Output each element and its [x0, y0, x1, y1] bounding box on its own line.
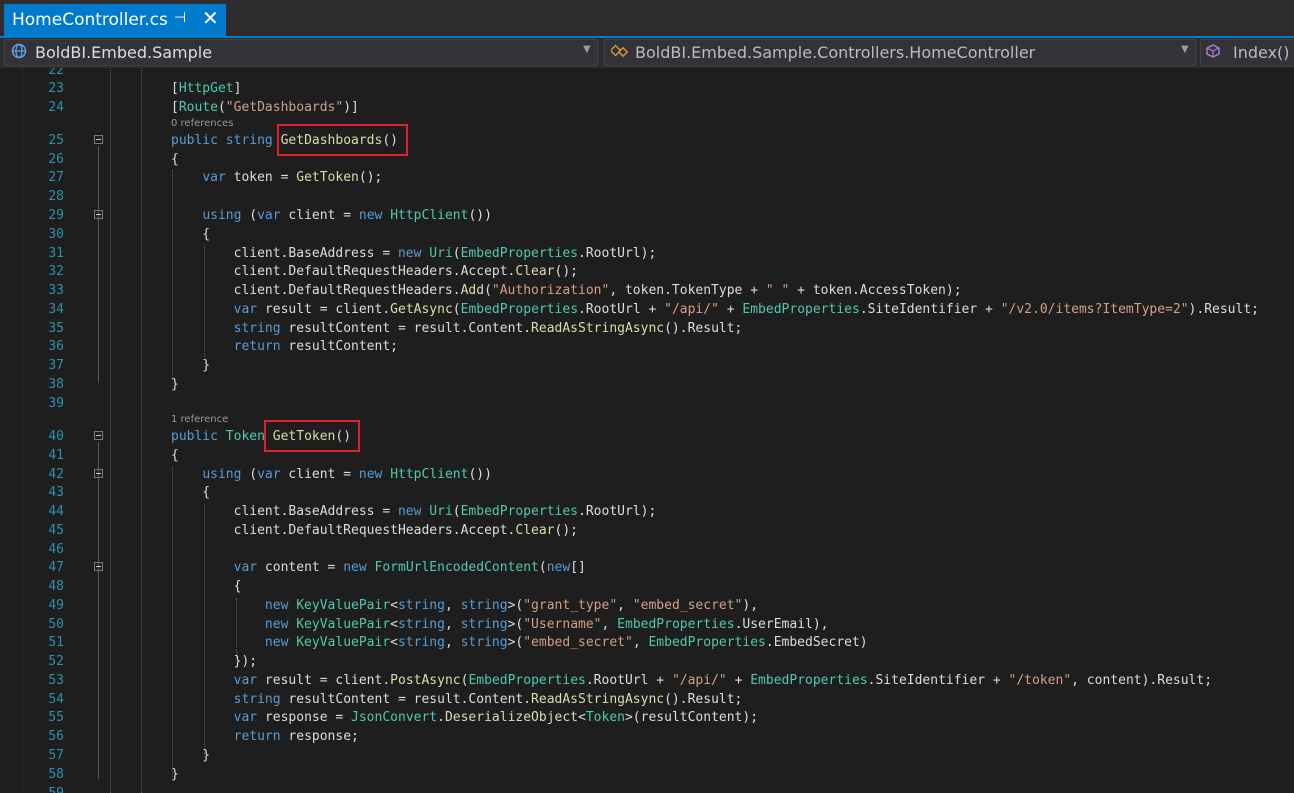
project-name: BoldBI.Embed.Sample: [35, 43, 213, 62]
code-line: 53 var result = client.PostAsync(EmbedPr…: [48, 673, 1213, 688]
code-line: 46: [48, 542, 64, 557]
member-name: Index(): [1233, 43, 1290, 62]
code-line: 54 string resultContent = result.Content…: [48, 692, 743, 707]
code-line: 47 var content = new FormUrlEncodedConte…: [48, 560, 586, 575]
code-text: var token = GetToken();: [202, 170, 383, 185]
code-line: 49 new KeyValuePair<string, string>("gra…: [48, 598, 759, 613]
codelens-references[interactable]: 1 reference: [171, 414, 228, 428]
code-text: client.DefaultRequestHeaders.Accept.Clea…: [171, 523, 578, 538]
code-text: public string GetDashboards(): [171, 133, 398, 148]
code-text: client.BaseAddress = new Uri(EmbedProper…: [171, 504, 657, 519]
code-text: }: [171, 748, 211, 763]
code-line: 57 }: [48, 748, 211, 763]
code-line: 44 client.BaseAddress = new Uri(EmbedPro…: [48, 504, 657, 519]
code-text: });: [171, 654, 258, 669]
class-name: BoldBI.Embed.Sample.Controllers.HomeCont…: [635, 43, 1036, 62]
code-line: 58 }: [48, 767, 179, 782]
code-line: 34 var result = client.GetAsync(EmbedPro…: [48, 302, 1259, 317]
codelens-references[interactable]: 0 references: [171, 118, 234, 132]
code-text: }: [171, 377, 179, 392]
code-line: 30 {: [48, 227, 211, 242]
navigation-bar: BoldBI.Embed.Sample ▼ BoldBI.Embed.Sampl…: [0, 38, 1294, 68]
code-line: 45 client.DefaultRequestHeaders.Accept.C…: [48, 523, 578, 538]
code-line: 27 var token = GetToken();: [48, 170, 383, 185]
code-text: [Route("GetDashboards")]: [171, 100, 359, 115]
chevron-down-icon: ▼: [1181, 44, 1189, 55]
code-line: 59: [0, 784, 1294, 793]
code-line: 28: [48, 189, 64, 204]
code-line: 25 public string GetDashboards(): [48, 133, 398, 148]
collapse-toggle[interactable]: [94, 135, 103, 144]
code-text: {: [171, 448, 179, 463]
code-line: 39: [48, 396, 64, 411]
code-line: 26 {: [48, 152, 179, 167]
code-text: var result = client.GetAsync(EmbedProper…: [233, 302, 1259, 317]
code-line: 23 [HttpGet]: [48, 81, 242, 96]
code-line: 33 client.DefaultRequestHeaders.Add("Aut…: [48, 283, 962, 298]
tab-homecontroller[interactable]: HomeController.cs ⊣ ✕: [4, 4, 226, 36]
code-line: 42 using (var client = new HttpClient()): [48, 467, 492, 482]
code-text: client.DefaultRequestHeaders.Accept.Clea…: [171, 264, 578, 279]
code-line: 43 {: [48, 485, 211, 500]
code-line: 32 client.DefaultRequestHeaders.Accept.C…: [48, 264, 578, 279]
collapse-toggle[interactable]: [94, 469, 103, 478]
code-text: return response;: [233, 729, 359, 744]
code-text: var response = JsonConvert.DeserializeOb…: [233, 710, 759, 725]
method-icon: [1205, 43, 1221, 63]
code-line: 37 }: [48, 358, 211, 373]
code-text: {: [171, 152, 179, 167]
code-text: public Token GetToken(): [171, 429, 352, 444]
code-line: 56 return response;: [48, 729, 359, 744]
code-text: var content = new FormUrlEncodedContent(…: [233, 560, 586, 575]
code-line: 50 new KeyValuePair<string, string>("Use…: [48, 617, 829, 632]
code-line: 35 string resultContent = result.Content…: [48, 321, 743, 336]
code-text: new KeyValuePair<string, string>("grant_…: [264, 598, 759, 613]
collapse-toggle[interactable]: [94, 431, 103, 440]
project-dropdown[interactable]: BoldBI.Embed.Sample ▼: [4, 39, 598, 66]
code-text: using (var client = new HttpClient()): [202, 208, 492, 223]
chevron-down-icon: ▼: [583, 44, 591, 55]
code-text: var result = client.PostAsync(EmbedPrope…: [233, 673, 1213, 688]
code-line: 29 using (var client = new HttpClient()): [48, 208, 492, 223]
code-editor[interactable]: 22 23 [HttpGet] 24 [Route("GetDashboards…: [0, 68, 1294, 793]
class-dropdown[interactable]: BoldBI.Embed.Sample.Controllers.HomeCont…: [604, 39, 1196, 66]
code-line: 52 });: [48, 654, 258, 669]
document-tab-bar: HomeController.cs ⊣ ✕: [0, 0, 1294, 38]
code-line: 36 return resultContent;: [48, 339, 398, 354]
code-text: {: [171, 485, 211, 500]
close-icon[interactable]: ✕: [202, 6, 219, 30]
code-line: 24 [Route("GetDashboards")]: [48, 100, 359, 115]
code-text: }: [171, 767, 179, 782]
code-text: }: [171, 358, 211, 373]
code-line: 55 var response = JsonConvert.Deserializ…: [48, 710, 759, 725]
collapse-toggle[interactable]: [94, 562, 103, 571]
pin-icon[interactable]: ⊣: [174, 10, 186, 26]
code-line: 31 client.BaseAddress = new Uri(EmbedPro…: [48, 246, 657, 261]
code-text: new KeyValuePair<string, string>("embed_…: [264, 635, 868, 650]
code-line: 41 {: [48, 448, 179, 463]
code-line: 48 {: [48, 579, 242, 594]
member-dropdown[interactable]: Index(): [1200, 39, 1294, 66]
tab-title: HomeController.cs: [12, 10, 168, 30]
code-text: {: [171, 579, 242, 594]
code-text: new KeyValuePair<string, string>("Userna…: [264, 617, 829, 632]
code-text: client.BaseAddress = new Uri(EmbedProper…: [171, 246, 657, 261]
globe-project-icon: [11, 43, 27, 63]
code-text: client.DefaultRequestHeaders.Add("Author…: [171, 283, 962, 298]
code-text: string resultContent = result.Content.Re…: [233, 321, 743, 336]
class-icon: [609, 43, 629, 63]
collapse-toggle[interactable]: [94, 210, 103, 219]
code-text: [HttpGet]: [171, 81, 242, 96]
code-text: {: [171, 227, 211, 242]
code-text: string resultContent = result.Content.Re…: [233, 692, 743, 707]
code-line: 51 new KeyValuePair<string, string>("emb…: [48, 635, 868, 650]
code-text: return resultContent;: [233, 339, 398, 354]
code-line: 40 public Token GetToken(): [48, 429, 352, 444]
code-line: 38 }: [48, 377, 179, 392]
code-text: using (var client = new HttpClient()): [202, 467, 492, 482]
